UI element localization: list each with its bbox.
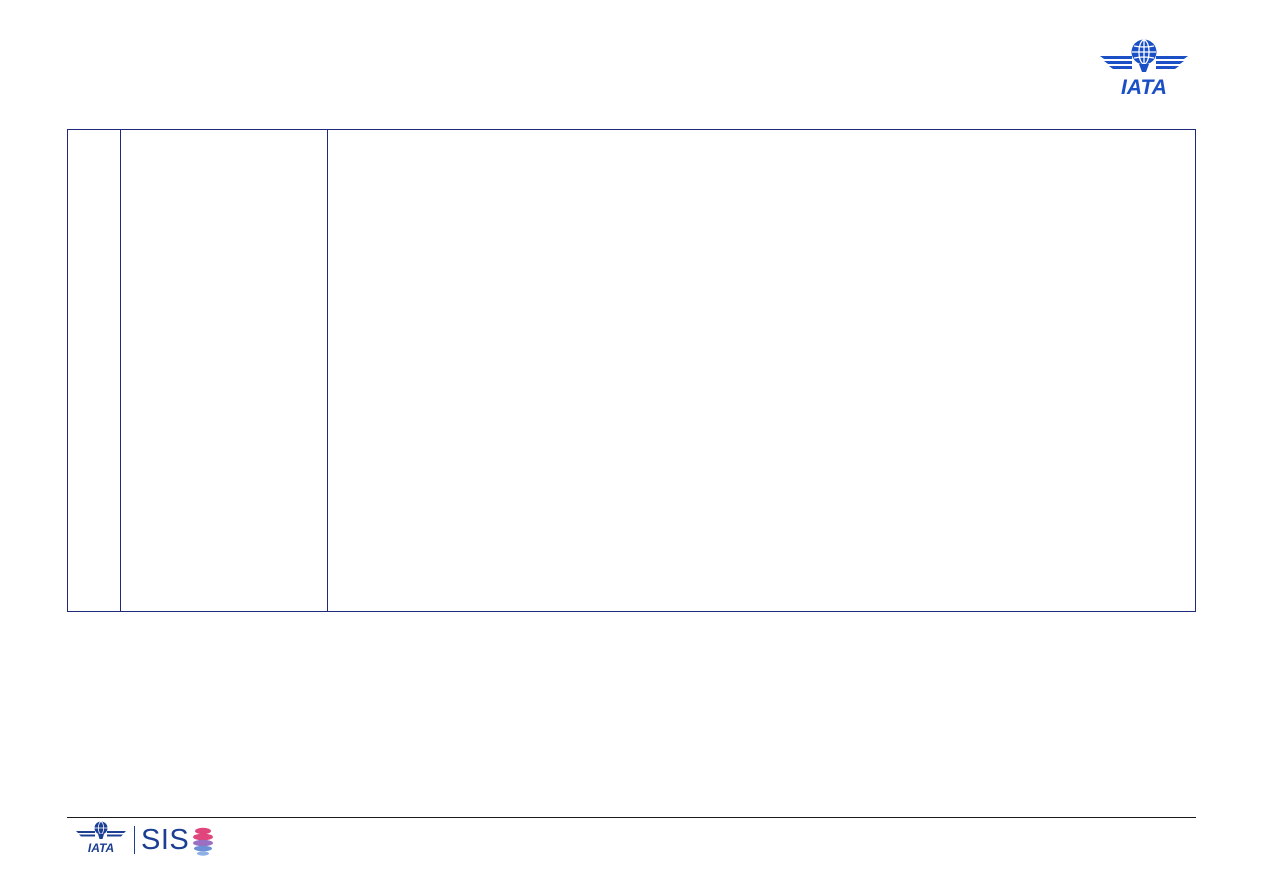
sis-swirl-icon xyxy=(191,826,215,858)
iata-footer-logo-text: IATA xyxy=(88,841,114,855)
content-table xyxy=(67,129,1196,612)
footer-separator xyxy=(134,826,135,854)
table-cell-item xyxy=(120,129,328,612)
table-row xyxy=(67,129,1196,612)
table-cell-number xyxy=(67,129,121,612)
iata-logo-icon: IATA xyxy=(75,820,127,856)
sis-product-name: SIS xyxy=(141,824,190,856)
iata-logo-text: IATA xyxy=(1121,76,1167,98)
footer-divider xyxy=(67,817,1196,818)
table-cell-description xyxy=(327,129,1196,612)
iata-logo-icon: IATA xyxy=(1098,36,1190,99)
